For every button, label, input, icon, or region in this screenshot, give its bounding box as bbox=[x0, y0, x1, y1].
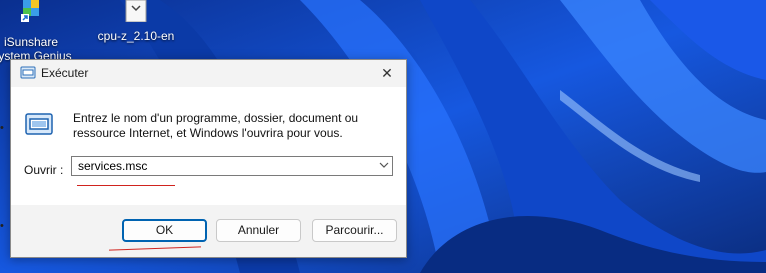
cancel-button[interactable]: Annuler bbox=[216, 219, 301, 242]
dialog-footer: OK Annuler Parcourir... bbox=[11, 205, 406, 257]
isunshare-app-icon bbox=[0, 0, 72, 31]
ok-button[interactable]: OK bbox=[122, 219, 207, 242]
desktop-icon-isunshare[interactable]: iSunshare System Genius bbox=[0, 0, 72, 63]
chevron-down-icon[interactable] bbox=[379, 159, 389, 174]
open-label: Ouvrir : bbox=[24, 163, 64, 177]
desktop-icon-label-line1: iSunshare bbox=[3, 35, 59, 49]
command-input[interactable] bbox=[74, 158, 372, 174]
dialog-title: Exécuter bbox=[41, 66, 89, 80]
run-icon bbox=[20, 66, 36, 83]
close-button[interactable]: ✕ bbox=[374, 63, 400, 83]
run-dialog: Exécuter ✕ Entrez le nom d'un programme,… bbox=[10, 59, 407, 258]
desktop-icon-cpuz[interactable]: cpu-z_2.10-en bbox=[95, 0, 177, 43]
command-input-box[interactable] bbox=[71, 156, 393, 176]
edge-mark: • bbox=[0, 122, 4, 134]
run-icon-large bbox=[25, 113, 53, 138]
annotation-underline bbox=[77, 185, 175, 186]
dialog-description: Entrez le nom d'un programme, dossier, d… bbox=[73, 111, 359, 140]
desktop-icon-label: cpu-z_2.10-en bbox=[97, 29, 175, 43]
dialog-content: Entrez le nom d'un programme, dossier, d… bbox=[11, 87, 406, 205]
file-icon bbox=[95, 0, 177, 25]
edge-mark: • bbox=[0, 220, 4, 232]
annotation-underline bbox=[109, 246, 201, 251]
browse-button[interactable]: Parcourir... bbox=[312, 219, 397, 242]
dialog-titlebar[interactable]: Exécuter ✕ bbox=[11, 60, 406, 87]
